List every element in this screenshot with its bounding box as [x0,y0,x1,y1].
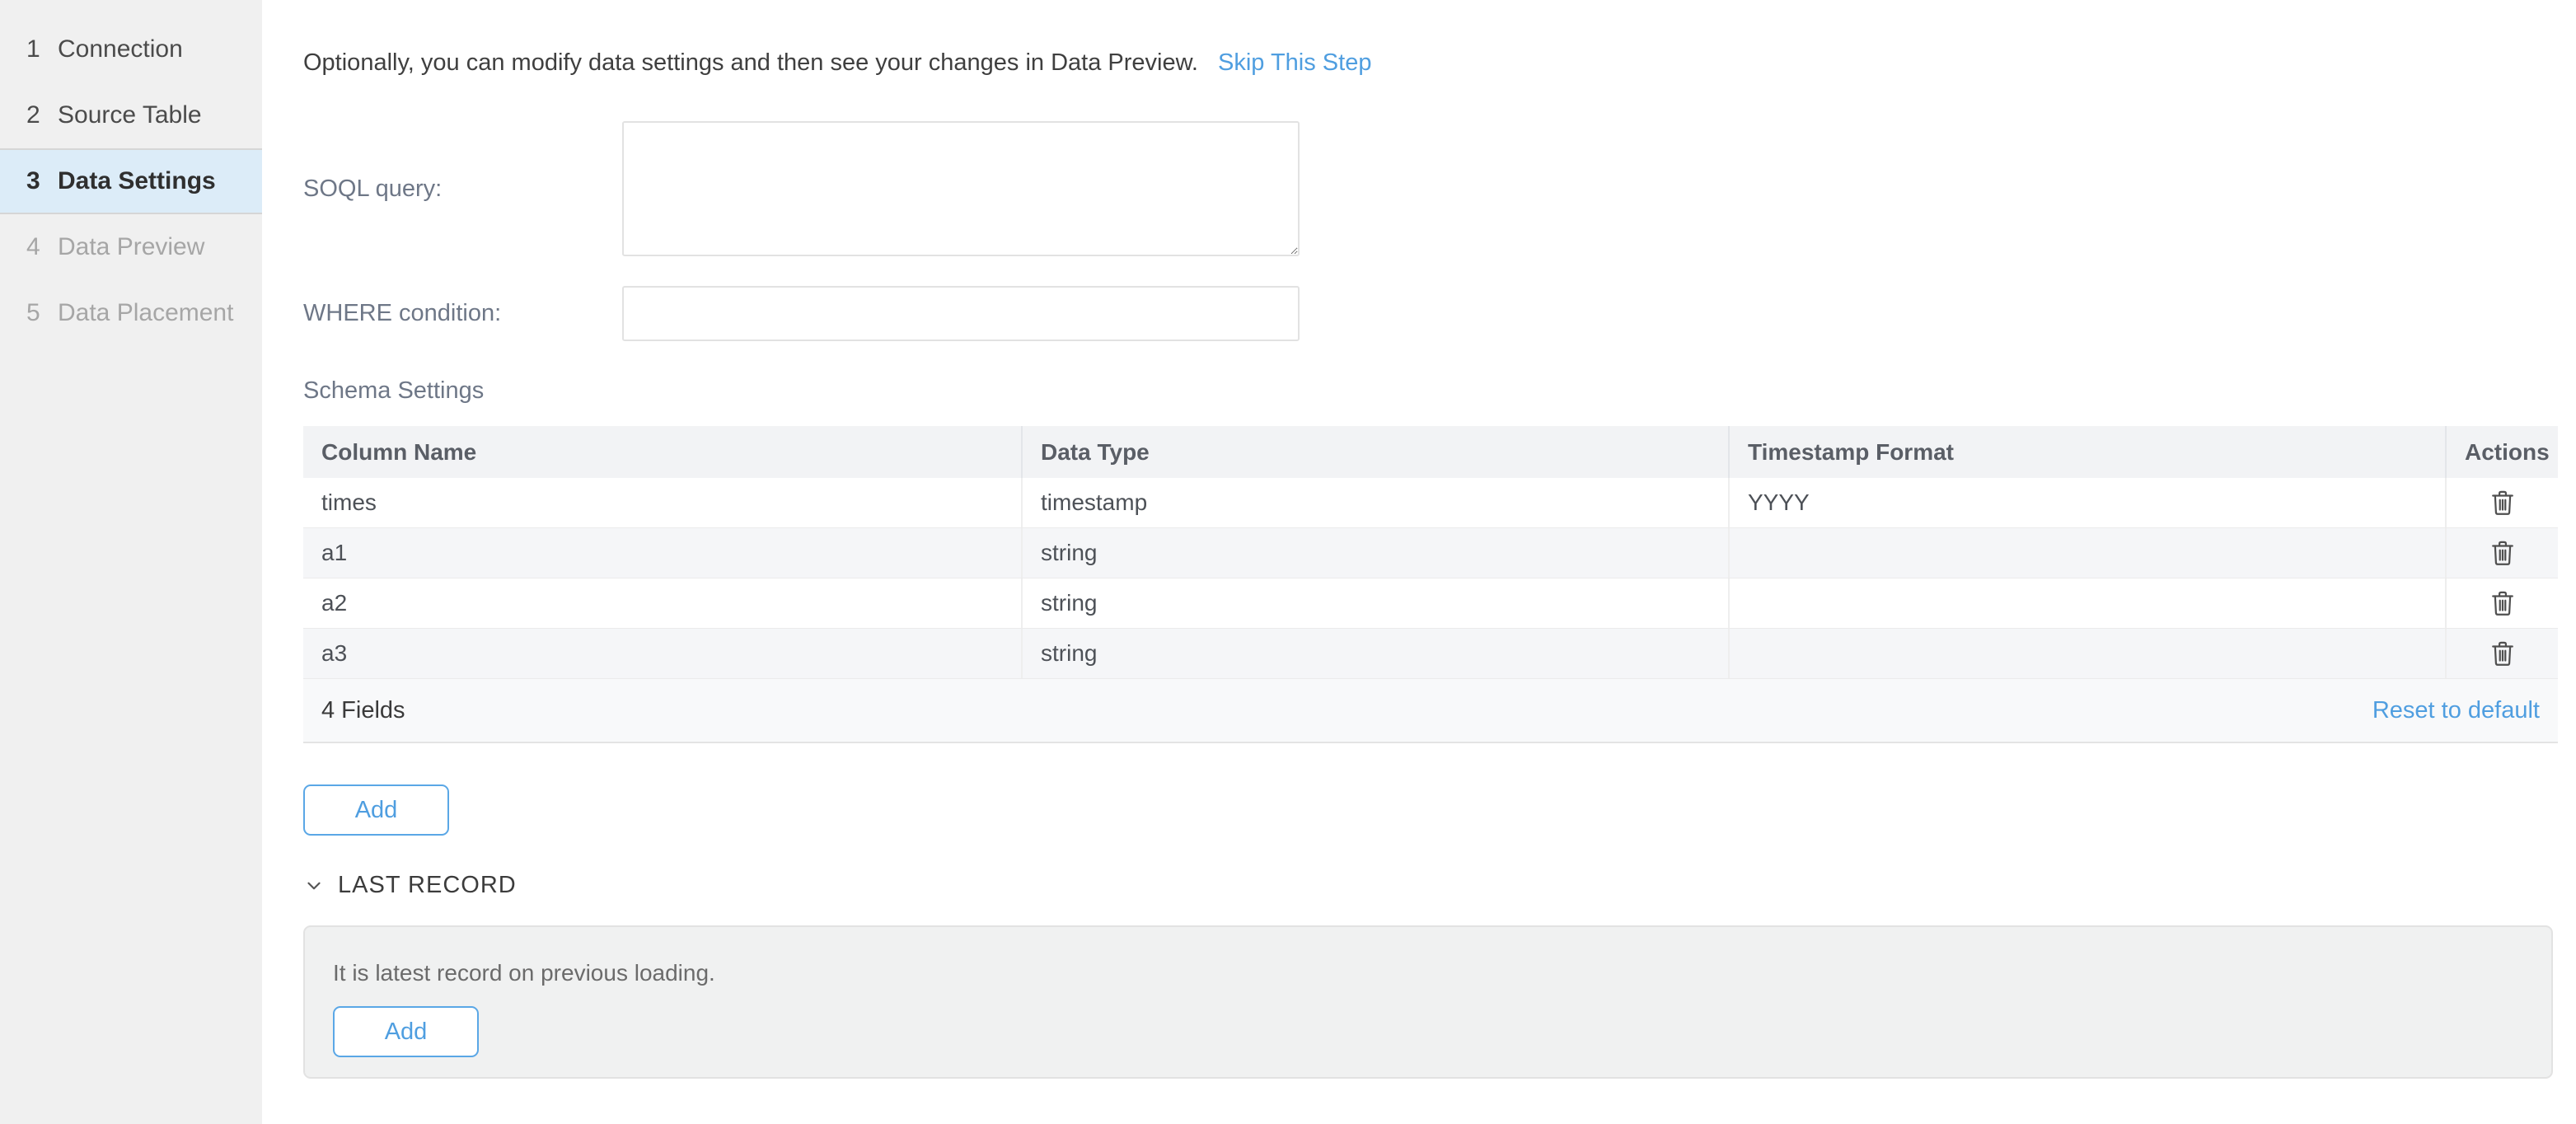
step-number: 3 [26,167,58,195]
cell-data-type: string [1021,528,1728,578]
cell-timestamp-format: YYYY [1728,478,2445,527]
header-data-type: Data Type [1021,426,1728,478]
trash-icon [2489,489,2516,517]
last-record-description: It is latest record on previous loading. [333,960,2551,986]
trash-icon [2489,539,2516,567]
cell-timestamp-format [1728,578,2445,628]
step-number: 1 [26,35,58,63]
chevron-down-icon [303,875,325,897]
schema-settings-title: Schema Settings [303,377,2558,405]
table-row: a1 string [303,528,2558,578]
step-number: 4 [26,233,58,261]
sidebar-item-source-table[interactable]: 2 Source Table [0,82,262,148]
cell-timestamp-format [1728,528,2445,578]
trash-icon [2489,589,2516,617]
delete-row-button[interactable] [2478,478,2527,527]
step-label: Data Placement [58,299,233,327]
soql-query-label: SOQL query: [303,176,622,203]
delete-row-button[interactable] [2478,578,2527,628]
add-field-button[interactable]: Add [303,784,449,836]
trash-icon [2489,639,2516,667]
step-label: Data Preview [58,233,204,261]
step-label: Data Settings [58,167,216,195]
cell-column-name: a3 [303,629,1021,678]
table-row: times timestamp YYYY [303,478,2558,528]
intro-text: Optionally, you can modify data settings… [303,48,1198,77]
header-timestamp-format: Timestamp Format [1728,426,2445,478]
add-last-record-button[interactable]: Add [333,1006,479,1057]
wizard-steps-sidebar: 1 Connection 2 Source Table 3 Data Setti… [0,0,262,1124]
cell-column-name: a2 [303,578,1021,628]
delete-row-button[interactable] [2478,528,2527,578]
reset-to-default-link[interactable]: Reset to default [2372,697,2540,724]
table-row: a3 string [303,629,2558,679]
sidebar-item-data-settings[interactable]: 3 Data Settings [0,148,262,214]
table-footer: 4 Fields Reset to default [303,679,2558,743]
table-body: times timestamp YYYY a1 string [303,478,2558,679]
fields-count: 4 Fields [321,697,405,724]
delete-row-button[interactable] [2478,629,2527,678]
step-label: Connection [58,35,183,63]
cell-data-type: string [1021,578,1728,628]
header-column-name: Column Name [303,426,1021,478]
schema-settings-table: Column Name Data Type Timestamp Format A… [303,426,2558,743]
step-label: Source Table [58,101,202,129]
last-record-toggle[interactable]: LAST RECORD [303,872,517,899]
where-condition-label: WHERE condition: [303,300,622,327]
where-condition-input[interactable] [622,286,1300,341]
last-record-panel: It is latest record on previous loading.… [303,925,2553,1079]
cell-column-name: a1 [303,528,1021,578]
last-record-title: LAST RECORD [338,872,517,899]
cell-data-type: string [1021,629,1728,678]
table-header-row: Column Name Data Type Timestamp Format A… [303,426,2558,478]
data-settings-panel: Optionally, you can modify data settings… [262,0,2576,1124]
soql-query-input[interactable] [622,121,1300,256]
cell-column-name: times [303,478,1021,527]
cell-timestamp-format [1728,629,2445,678]
sidebar-item-data-preview: 4 Data Preview [0,214,262,280]
header-actions: Actions [2445,426,2558,478]
step-number: 5 [26,299,58,327]
step-number: 2 [26,101,58,129]
skip-this-step-link[interactable]: Skip This Step [1218,48,1371,77]
sidebar-item-data-placement: 5 Data Placement [0,280,262,346]
cell-data-type: timestamp [1021,478,1728,527]
table-row: a2 string [303,578,2558,629]
sidebar-item-connection[interactable]: 1 Connection [0,16,262,82]
